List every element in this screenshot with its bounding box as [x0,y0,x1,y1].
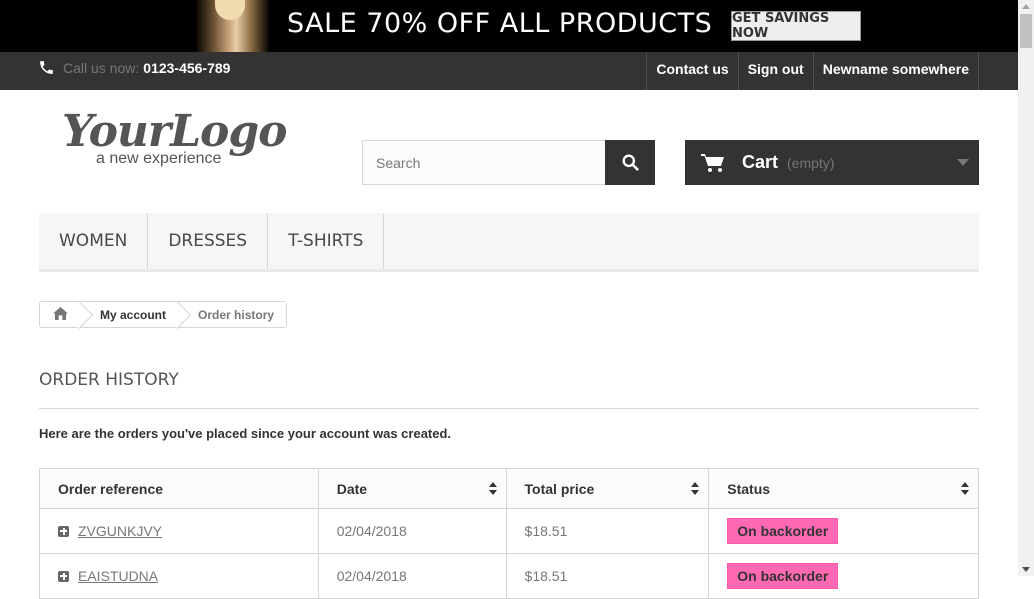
sort-icon[interactable] [691,482,700,496]
cart-label: Cart [742,152,779,172]
order-history-table: Order reference Date Total price Status … [39,468,979,599]
page-scrollbar[interactable] [1018,0,1034,576]
column-header-date[interactable]: Date [317,468,507,509]
scroll-up-arrow-icon[interactable] [1022,4,1030,9]
order-total: $18.51 [505,508,710,554]
breadcrumb: My account Order history [39,301,288,328]
user-links: Contact us Sign out Newname somewhere [646,52,979,90]
column-header-total[interactable]: Total price [505,468,710,509]
menu-item-tshirts[interactable]: T-SHIRTS [268,213,385,269]
phone-icon [40,61,53,74]
menu-item-women[interactable]: WOMEN [39,213,149,269]
breadcrumb-my-account[interactable]: My account [80,302,178,327]
column-header-reference[interactable]: Order reference [39,468,319,509]
sort-icon[interactable] [488,482,498,496]
phone-number: 0123-456-789 [143,59,231,76]
home-icon [52,306,68,320]
table-row: EAISTUDNA 02/04/2018 $18.51 On backorder [39,553,979,599]
search-button[interactable] [605,140,655,185]
order-reference-link[interactable]: ZVGUNKJVY [78,523,162,539]
order-date: 02/04/2018 [317,508,507,554]
order-date: 02/04/2018 [317,553,507,599]
search-bar [362,140,655,185]
scroll-down-arrow-icon[interactable] [1022,567,1030,572]
breadcrumb-home[interactable] [40,302,80,327]
order-reference-link[interactable]: EAISTUDNA [78,568,158,584]
breadcrumb-current: Order history [178,302,287,327]
cart-button[interactable]: Cart (empty) [685,140,979,185]
page-title: ORDER HISTORY [39,370,979,409]
promo-banner[interactable]: SALE 70% OFF ALL PRODUCTS GET SAVINGS NO… [0,0,1018,52]
scroll-thumb[interactable] [1020,14,1032,48]
chevron-down-icon [957,159,969,166]
expand-icon[interactable] [58,525,69,537]
order-total: $18.51 [505,553,710,599]
search-input[interactable] [362,140,606,185]
contact-us-link[interactable]: Contact us [646,52,737,90]
search-icon [622,154,639,171]
phone-label: Call us now: [63,59,140,76]
banner-model-image [195,0,270,52]
menu-item-dresses[interactable]: DRESSES [148,213,269,269]
page-intro: Here are the orders you've placed since … [39,426,452,441]
expand-icon[interactable] [58,570,69,582]
column-header-status[interactable]: Status [708,468,979,509]
site-logo[interactable]: YourLogo a new experience [62,110,302,180]
status-badge: On backorder [727,563,839,589]
cart-status: (empty) [787,154,835,171]
get-savings-button[interactable]: GET SAVINGS NOW [731,11,861,41]
logo-wordmark: YourLogo [62,106,288,157]
sign-out-link[interactable]: Sign out [737,52,813,90]
phone-contact: Call us now: 0123-456-789 [38,59,230,76]
status-badge: On backorder [727,518,839,544]
account-name-link[interactable]: Newname somewhere [812,52,979,90]
table-row: ZVGUNKJVY 02/04/2018 $18.51 On backorder [39,508,979,554]
sort-icon[interactable] [961,482,970,496]
cart-icon [701,153,724,172]
banner-headline: SALE 70% OFF ALL PRODUCTS [287,8,713,39]
top-nav: Call us now: 0123-456-789 Contact us Sig… [0,52,1018,90]
main-menu: WOMEN DRESSES T-SHIRTS [39,213,979,272]
